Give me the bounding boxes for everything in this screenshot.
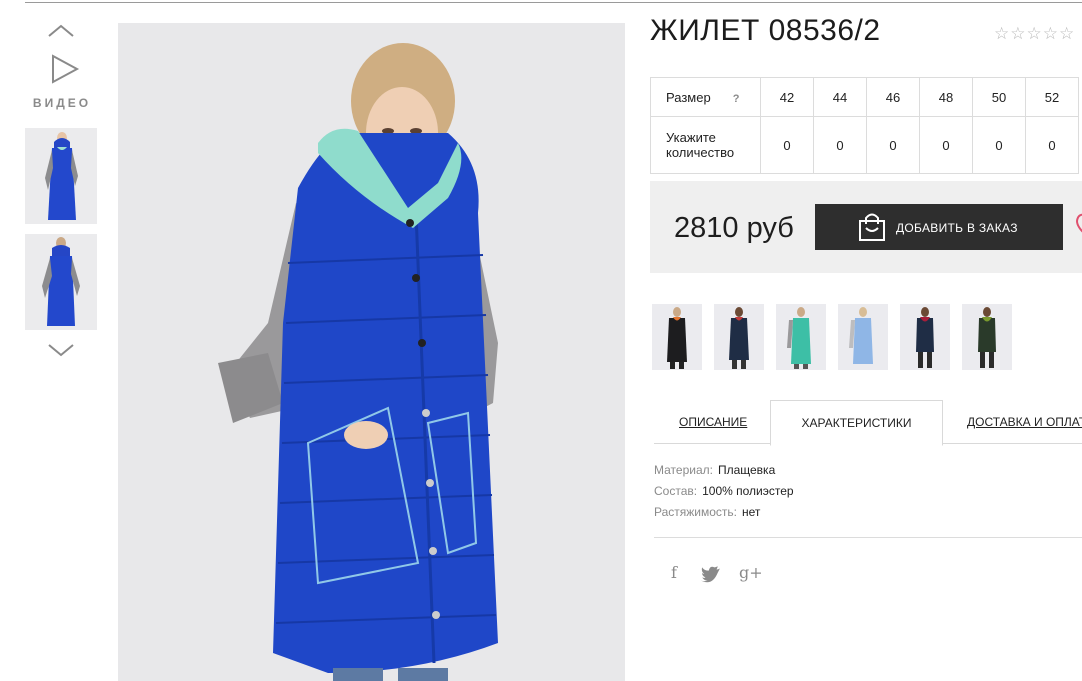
shopping-bag-icon (859, 213, 885, 241)
size-cell: 52 (1025, 77, 1079, 117)
rating-stars[interactable]: ☆☆☆☆☆ (994, 24, 1075, 44)
add-to-order-label: ДОБАВИТЬ В ЗАКАЗ (896, 221, 1018, 235)
thumbnail-front[interactable] (25, 128, 97, 224)
quantity-label-line2: количество (666, 145, 735, 160)
quantity-input[interactable]: 0 (813, 116, 867, 174)
color-variant-mint[interactable] (776, 304, 826, 370)
spec-value: нет (742, 505, 761, 519)
heart-icon[interactable] (1074, 211, 1082, 239)
product-photo-illustration (118, 23, 625, 681)
googleplus-icon[interactable]: g+ (739, 563, 763, 582)
quantity-input[interactable]: 0 (1025, 116, 1079, 174)
spec-row: Материал: Плащевка (654, 462, 794, 483)
facebook-icon[interactable]: f (664, 563, 684, 582)
quantity-header-cell: Укажите количество (650, 116, 761, 174)
video-label: ВИДЕО (32, 96, 92, 110)
color-variant-image (962, 304, 1012, 370)
color-variant-black[interactable] (652, 304, 702, 370)
color-variant-image (900, 304, 950, 370)
spec-key: Состав: (654, 484, 698, 498)
tab-description[interactable]: ОПИСАНИЕ (679, 400, 747, 444)
thumbnail-back[interactable] (25, 234, 97, 330)
quantity-label-line1: Укажите (666, 130, 716, 145)
chevron-down-icon (48, 344, 74, 357)
color-variant-image (776, 304, 826, 370)
play-icon (52, 54, 80, 84)
color-variant-image (652, 304, 702, 370)
thumbs-up-arrow[interactable] (48, 24, 74, 38)
size-cell: 44 (813, 77, 867, 117)
price-box: 2810 руб ДОБАВИТЬ В ЗАКАЗ (650, 181, 1082, 273)
quantity-input[interactable]: 0 (919, 116, 973, 174)
characteristics-list: Материал: Плащевка Состав: 100% полиэстер … (654, 462, 794, 525)
size-cell: 50 (972, 77, 1026, 117)
quantity-input[interactable]: 0 (972, 116, 1026, 174)
spec-row: Состав: 100% полиэстер (654, 483, 794, 504)
color-variant-olive[interactable] (962, 304, 1012, 370)
color-variant-image (838, 304, 888, 370)
color-variant-navy[interactable] (714, 304, 764, 370)
quantity-input[interactable]: 0 (866, 116, 920, 174)
thumbnail-front-image (25, 128, 97, 224)
add-to-order-button[interactable]: ДОБАВИТЬ В ЗАКАЗ (815, 204, 1063, 250)
twitter-icon[interactable] (701, 565, 721, 583)
size-label: Размер (666, 89, 711, 105)
size-header-cell: Размер? (650, 77, 761, 117)
top-divider (25, 2, 1082, 3)
size-cell: 46 (866, 77, 920, 117)
tab-characteristics[interactable]: ХАРАКТЕРИСТИКИ (770, 400, 943, 446)
size-help-icon[interactable]: ? (733, 93, 740, 105)
quantity-row: Укажите количество 0 0 0 0 0 0 (650, 116, 1079, 174)
product-title: ЖИЛЕТ 08536/2 (650, 14, 881, 47)
video-button[interactable]: ВИДЕО (30, 54, 94, 116)
spec-value: Плащевка (717, 463, 776, 477)
price: 2810 руб (674, 212, 794, 244)
color-variant-dark-red[interactable] (900, 304, 950, 370)
spec-row: Растяжимость: нет (654, 504, 794, 525)
size-cell: 42 (760, 77, 814, 117)
size-row: Размер? 42 44 46 48 50 52 (650, 77, 1079, 117)
color-variant-image (714, 304, 764, 370)
size-cell: 48 (919, 77, 973, 117)
social-divider (654, 537, 1082, 538)
spec-value: 100% полиэстер (702, 484, 794, 498)
tab-delivery-payment[interactable]: ДОСТАВКА И ОПЛАТА (967, 400, 1082, 444)
thumbnail-back-image (25, 234, 97, 330)
thumbs-down-arrow[interactable] (48, 343, 74, 357)
size-quantity-table: Размер? 42 44 46 48 50 52 Укажите количе… (650, 77, 1079, 174)
chevron-up-icon (48, 24, 74, 37)
main-product-photo[interactable] (118, 23, 625, 681)
spec-key: Материал: (654, 463, 713, 477)
spec-key: Растяжимость: (654, 505, 738, 519)
quantity-input[interactable]: 0 (760, 116, 814, 174)
color-variant-lightblue[interactable] (838, 304, 888, 370)
